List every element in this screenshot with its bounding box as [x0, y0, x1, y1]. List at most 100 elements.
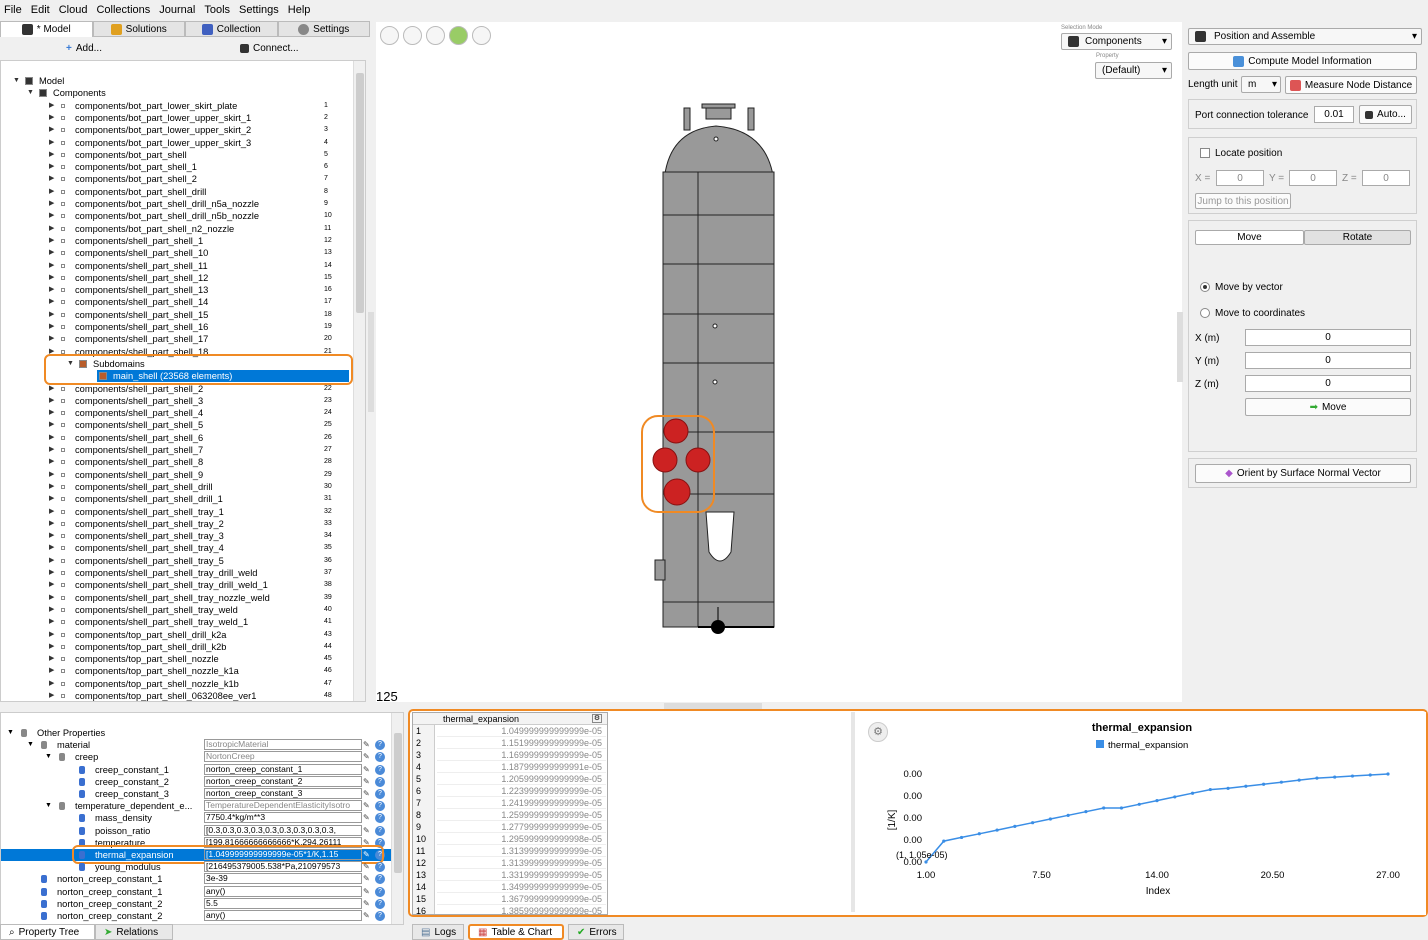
expand-down-icon[interactable]: ▼	[27, 739, 34, 751]
edit-icon[interactable]: ✎	[363, 751, 372, 761]
property-value-field[interactable]: norton_creep_constant_3	[204, 788, 362, 799]
tree-component-item[interactable]: ▶ components/shell_part_shell_15 18	[1, 309, 353, 321]
info-icon[interactable]: ?	[375, 911, 385, 921]
table-row[interactable]: 11 1.313999999999999e-05	[413, 845, 607, 857]
table-row[interactable]: 16 1.385999999999999e-05	[413, 905, 607, 914]
table-cell-value[interactable]: 1.295999999999998e-05	[437, 833, 606, 845]
table-cell-value[interactable]: 1.049999999999999e-05	[437, 725, 606, 737]
table-row[interactable]: 9 1.277999999999999e-05	[413, 821, 607, 833]
move-button[interactable]: ➡ Move	[1245, 398, 1411, 416]
menu-file[interactable]: File	[4, 4, 22, 16]
property-row[interactable]: poisson_ratio [0.3,0.3,0.3,0.3,0.3,0.3,0.…	[1, 824, 391, 837]
expand-right-icon[interactable]: ▶	[49, 223, 54, 235]
tree-component-item[interactable]: ▶ components/shell_part_shell_4 24	[1, 407, 353, 419]
tree-component-item[interactable]: ▶ components/shell_part_shell_16 19	[1, 321, 353, 333]
locate-checkbox[interactable]	[1200, 148, 1210, 158]
table-cell-value[interactable]: 1.259999999999999e-05	[437, 809, 606, 821]
expand-right-icon[interactable]: ▶	[49, 407, 54, 419]
expand-right-icon[interactable]: ▶	[49, 260, 54, 272]
tree-component-item[interactable]: ▶ components/shell_part_shell_tray_1 32	[1, 506, 353, 518]
expand-right-icon[interactable]: ▶	[49, 641, 54, 653]
table-cell-value[interactable]: 1.277999999999999e-05	[437, 821, 606, 833]
property-row[interactable]: norton_creep_constant_2 5.5 ✎?	[1, 897, 391, 910]
property-row[interactable]: mass_density 7750.4*kg/m**3 ✎?	[1, 812, 391, 824]
property-row[interactable]: creep_constant_1 norton_creep_constant_1 ✎…	[1, 763, 391, 776]
property-row[interactable]: ▼ temperature_dependent_e... TemperatureDe…	[1, 800, 391, 812]
tree-component-item[interactable]: ▶ components/shell_part_shell_2 22	[1, 383, 353, 395]
tree-component-item[interactable]: ▶ components/shell_part_shell_tray_4 35	[1, 542, 353, 554]
tree-component-item[interactable]: ▶ components/shell_part_shell_7 27	[1, 444, 353, 456]
table-row[interactable]: 15 1.367999999999999e-05	[413, 893, 607, 905]
menu-cloud[interactable]: Cloud	[59, 4, 88, 16]
expand-right-icon[interactable]: ▶	[49, 210, 54, 222]
tree-component-item[interactable]: ▶ components/shell_part_shell_tray_3 34	[1, 530, 353, 542]
tree-component-item[interactable]: ▶ components/bot_part_shell 5	[1, 149, 353, 161]
axes-icon[interactable]	[426, 26, 445, 45]
property-row[interactable]: ▼ Other Properties	[1, 727, 391, 739]
expand-right-icon[interactable]: ▶	[49, 493, 54, 505]
expand-right-icon[interactable]: ▶	[49, 161, 54, 173]
expand-right-icon[interactable]: ▶	[49, 604, 54, 616]
table-cell-value[interactable]: 1.205999999999999e-05	[437, 773, 606, 785]
add-button[interactable]: + Add...	[66, 43, 102, 54]
expand-right-icon[interactable]: ▶	[49, 149, 54, 161]
table-row[interactable]: 3 1.169999999999999e-05	[413, 749, 607, 761]
tree-component-item[interactable]: ▶ components/shell_part_shell_5 25	[1, 419, 353, 431]
info-icon[interactable]: ?	[375, 898, 385, 909]
auto-button[interactable]: Auto...	[1359, 105, 1412, 124]
tree-component-item[interactable]: ▶ components/shell_part_shell_11 14	[1, 260, 353, 272]
info-icon[interactable]: ?	[375, 752, 385, 763]
expand-right-icon[interactable]: ▶	[49, 235, 54, 247]
expand-right-icon[interactable]: ▶	[49, 186, 54, 198]
table-row[interactable]: 1 1.049999999999999e-05	[413, 725, 607, 737]
expand-down-icon[interactable]: ▼	[45, 800, 52, 812]
info-icon[interactable]: ?	[375, 886, 385, 897]
expand-right-icon[interactable]: ▶	[49, 579, 54, 591]
menu-settings[interactable]: Settings	[239, 4, 279, 16]
layers-icon[interactable]	[449, 26, 468, 45]
select-tool-icon[interactable]	[380, 26, 399, 45]
info-icon[interactable]: ?	[375, 801, 385, 812]
edit-icon[interactable]: ✎	[363, 812, 372, 822]
property-value-field[interactable]: [216495379005.538*Pa,210979573	[204, 861, 362, 873]
expand-right-icon[interactable]: ▶	[49, 112, 54, 124]
tree-component-item[interactable]: ▶ components/bot_part_lower_upper_skirt_1…	[1, 112, 353, 124]
measure-node-distance-button[interactable]: Measure Node Distance	[1285, 76, 1417, 94]
table-row[interactable]: 7 1.241999999999999e-05	[413, 797, 607, 809]
zm-input[interactable]: 0	[1245, 375, 1411, 392]
property-row[interactable]: norton_creep_constant_2 any() ✎?	[1, 910, 391, 922]
menu-collections[interactable]: Collections	[96, 4, 150, 16]
edit-icon[interactable]: ✎	[363, 837, 372, 847]
expand-right-icon[interactable]: ▶	[49, 419, 54, 431]
menu-edit[interactable]: Edit	[31, 4, 50, 16]
tab-settings[interactable]: Settings	[277, 21, 370, 37]
edit-icon[interactable]: ✎	[363, 764, 372, 774]
table-row[interactable]: 12 1.313999999999999e-05	[413, 857, 607, 869]
tree-scrollbar[interactable]	[353, 61, 365, 701]
tab-relations[interactable]: ➤ Relations	[95, 924, 173, 940]
property-value-field[interactable]: 5.5	[204, 897, 362, 909]
props-scrollbar[interactable]	[391, 713, 403, 924]
table-cell-value[interactable]: 1.223999999999999e-05	[437, 785, 606, 797]
table-cell-value[interactable]: 1.367999999999999e-05	[437, 893, 606, 905]
tree-component-item[interactable]: ▶ components/shell_part_shell_1 12	[1, 235, 353, 247]
property-row[interactable]: young_modulus [216495379005.538*Pa,210979…	[1, 861, 391, 873]
orient-normal-button[interactable]: ◆ Orient by Surface Normal Vector	[1195, 464, 1411, 483]
property-value-field[interactable]: 3e-39	[204, 873, 362, 885]
property-value-field[interactable]: norton_creep_constant_1	[204, 763, 362, 775]
info-icon[interactable]: ?	[375, 825, 385, 836]
table-row[interactable]: 6 1.223999999999999e-05	[413, 785, 607, 797]
property-value-field[interactable]: 7750.4*kg/m**3	[204, 812, 362, 824]
expand-right-icon[interactable]: ▶	[49, 124, 54, 136]
tree-root-model[interactable]: ▼ Model	[1, 75, 353, 87]
locate-z-input[interactable]: 0	[1362, 170, 1410, 186]
expand-right-icon[interactable]: ▶	[49, 678, 54, 690]
compute-model-info-button[interactable]: Compute Model Information	[1188, 52, 1417, 70]
property-value-field[interactable]: IsotropicMaterial	[204, 739, 362, 751]
port-tol-input[interactable]: 0.01	[1314, 106, 1354, 123]
expand-right-icon[interactable]: ▶	[49, 296, 54, 308]
expand-right-icon[interactable]: ▶	[49, 309, 54, 321]
info-icon[interactable]: ?	[375, 764, 385, 775]
expand-right-icon[interactable]: ▶	[49, 653, 54, 665]
table-cell-value[interactable]: 1.331999999999999e-05	[437, 869, 606, 881]
